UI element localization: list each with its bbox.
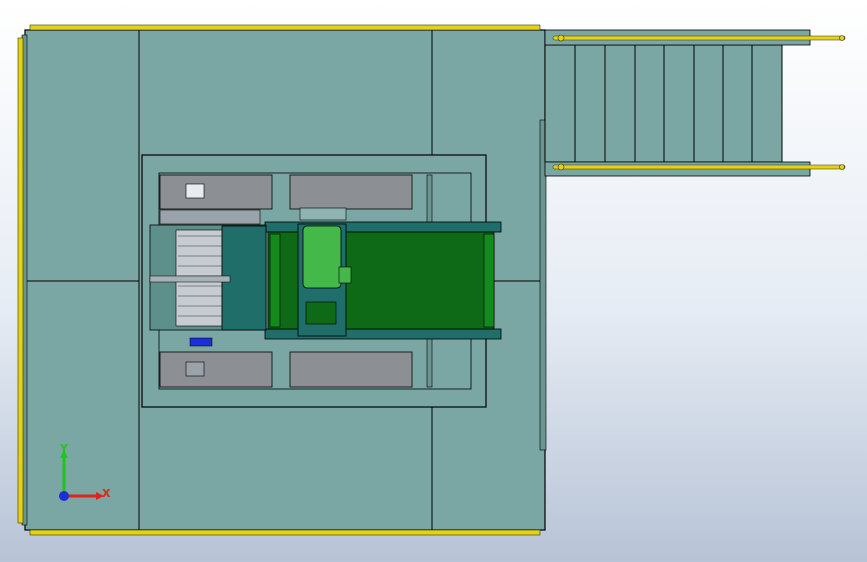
motor	[297, 207, 352, 337]
staircase	[544, 29, 846, 177]
cad-viewport[interactable]: X Y	[0, 0, 867, 562]
x-axis-label: X	[102, 487, 111, 500]
y-axis-label: Y	[60, 442, 68, 455]
top-view-model[interactable]	[0, 0, 867, 562]
z-axis-dot	[59, 491, 69, 501]
